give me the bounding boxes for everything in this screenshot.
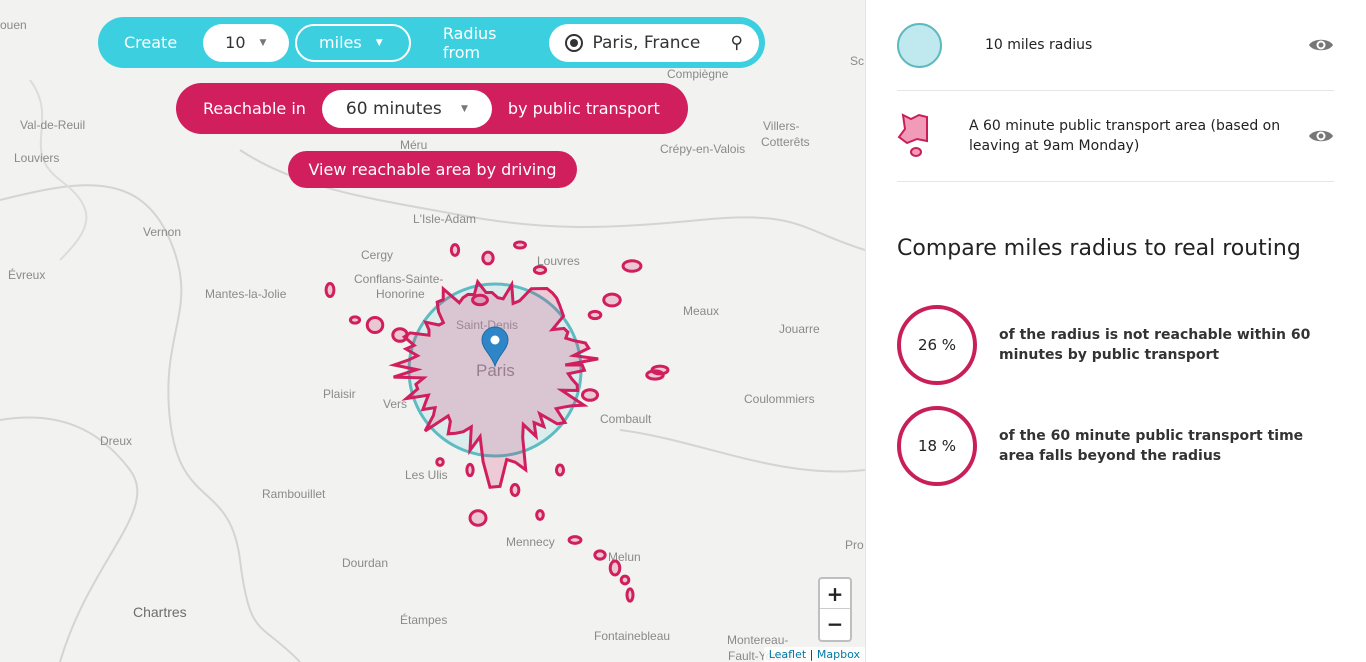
isochrone-fragment — [468, 509, 488, 527]
isochrone-fragment — [587, 309, 603, 321]
chevron-down-icon: ▼ — [375, 37, 383, 48]
radius-swatch-icon — [897, 22, 942, 68]
location-input[interactable]: Paris, France ⚲ — [548, 23, 759, 62]
search-icon[interactable]: ⚲ — [731, 33, 743, 53]
isochrone-fragment — [535, 509, 545, 521]
isochrone-fragment — [554, 463, 566, 477]
isochrone-fragment — [602, 292, 622, 308]
unit-select[interactable]: miles ▼ — [295, 23, 411, 62]
attribution: Leaflet | Mapbox — [763, 647, 865, 662]
stat-ring: 18 % — [897, 406, 977, 486]
zoom-control: + − — [818, 577, 852, 642]
isochrone-fragment — [481, 250, 495, 266]
isochrone-fragment — [513, 240, 527, 250]
radius-controls: Create 10 ▼ miles ▼ Radius from Paris, F… — [98, 17, 765, 68]
stat-ring: 26 % — [897, 305, 977, 385]
isochrone-fragment — [391, 327, 409, 343]
isochrone-fragment — [471, 293, 489, 307]
distance-select[interactable]: 10 ▼ — [203, 23, 290, 62]
distance-value: 10 — [225, 33, 246, 52]
isochrone-fragment — [608, 559, 622, 577]
transport-controls: Reachable in 60 minutes ▼ by public tran… — [176, 83, 688, 134]
crosshair-icon[interactable] — [564, 33, 583, 52]
isochrone-area — [388, 278, 599, 489]
legend-label: 10 miles radius — [985, 37, 1093, 53]
stat-text: of the radius is not reachable within 60… — [999, 327, 1311, 363]
isochrone-fragment — [532, 265, 548, 275]
isochrone-fragment — [509, 483, 521, 497]
isochrone-fragment — [365, 316, 385, 334]
location-value: Paris, France — [592, 32, 701, 53]
isochrone-fragment — [435, 457, 445, 467]
mode-label: by public transport — [507, 99, 660, 118]
chevron-down-icon: ▼ — [259, 37, 267, 48]
stat-area-beyond: 18 % of the 60 minute public transport t… — [897, 406, 1319, 486]
time-select[interactable]: 60 minutes ▼ — [321, 89, 492, 128]
legend-item-radius: 10 miles radius — [897, 0, 1334, 91]
isochrone-swatch-icon — [897, 113, 928, 157]
stat-radius-unreachable: 26 % of the radius is not reachable with… — [897, 305, 1319, 385]
legend-label: A 60 minute public transport area (based… — [969, 118, 1281, 154]
isochrone-fragment — [324, 281, 336, 299]
unit-value: miles — [319, 33, 362, 52]
isochrone-fragment — [567, 535, 583, 545]
legend-item-isochrone: A 60 minute public transport area (based… — [897, 91, 1334, 182]
isochrone-fragment — [625, 587, 635, 603]
isochrone-fragment — [580, 388, 600, 402]
isochrone-fragment — [619, 574, 631, 586]
stat-text: of the 60 minute public transport time a… — [999, 428, 1304, 464]
isochrone-fragment — [348, 315, 362, 325]
reachable-label: Reachable in — [203, 99, 306, 118]
radius-from-label: Radius from — [442, 23, 497, 62]
mapbox-link[interactable]: Mapbox — [817, 648, 860, 661]
time-value: 60 minutes — [345, 98, 442, 119]
chevron-down-icon: ▼ — [460, 103, 468, 114]
eye-icon[interactable] — [1308, 127, 1334, 145]
view-driving-button[interactable]: View reachable area by driving — [288, 151, 577, 188]
zoom-in-button[interactable]: + — [820, 579, 850, 609]
isochrone-fragment — [593, 549, 607, 561]
isochrone-fragment — [465, 462, 475, 478]
map[interactable]: ouen Val-de-Reuil Louviers Vernon Évreux Mant… — [0, 0, 865, 662]
isochrone-fragment — [449, 243, 461, 257]
separator: | — [806, 648, 817, 661]
zoom-out-button[interactable]: − — [820, 609, 850, 639]
isochrone-fragment — [650, 364, 670, 376]
create-label: Create — [124, 33, 178, 52]
leaflet-link[interactable]: Leaflet — [769, 648, 806, 661]
isochrone-fragment — [621, 259, 643, 273]
eye-icon[interactable] — [1308, 36, 1334, 54]
side-panel: 10 miles radius A 60 minute public trans… — [865, 0, 1366, 662]
compare-title: Compare miles radius to real routing — [897, 236, 1301, 261]
